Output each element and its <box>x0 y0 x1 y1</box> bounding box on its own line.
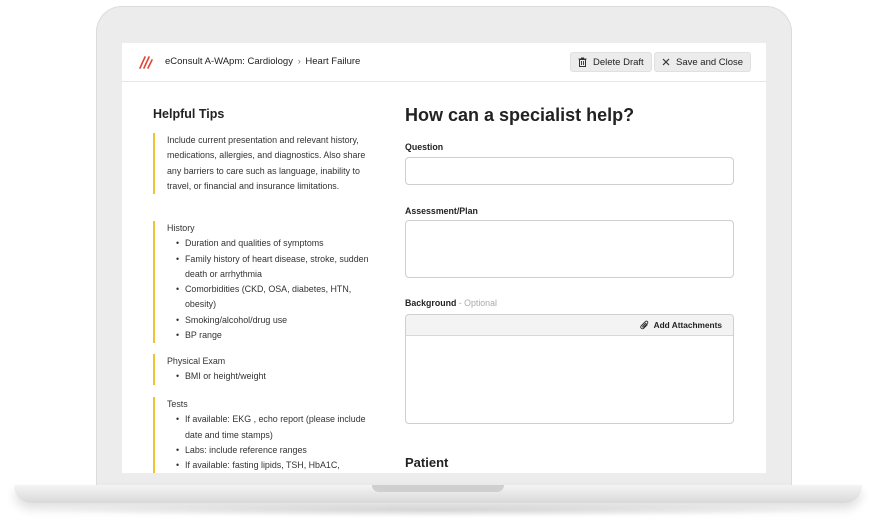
add-attachments-button[interactable]: Add Attachments <box>639 320 722 330</box>
list-item: If available: EKG , echo report (please … <box>176 412 372 443</box>
tip-physical-exam: Physical Exam BMI or height/weight <box>153 354 372 385</box>
trash-icon <box>578 57 587 67</box>
tip-tests-heading: Tests <box>167 399 188 409</box>
patient-heading: Patient <box>405 455 449 470</box>
assessment-plan-input[interactable] <box>405 220 734 278</box>
assessment-plan-label: Assessment/Plan <box>405 206 478 216</box>
question-input[interactable] <box>405 157 734 185</box>
tip-history-list: Duration and qualities of symptoms Famil… <box>167 236 372 343</box>
form-title: How can a specialist help? <box>405 105 635 125</box>
helpful-tips-title: Helpful Tips <box>153 107 225 121</box>
laptop-shadow <box>30 503 846 517</box>
tip-intro-text: Include current presentation and relevan… <box>167 135 366 191</box>
save-and-close-label: Save and Close <box>676 56 744 68</box>
laptop-notch <box>372 485 504 492</box>
list-item: BP range <box>176 328 372 344</box>
logo-icon <box>139 55 153 69</box>
tip-tests: Tests If available: EKG , echo report (p… <box>153 397 372 473</box>
add-attachments-label: Add Attachments <box>653 320 722 330</box>
tip-history: History Duration and qualities of sympto… <box>153 221 372 344</box>
list-item: Labs: include reference ranges <box>176 443 372 459</box>
delete-draft-button[interactable]: Delete Draft <box>570 52 652 72</box>
list-item: Comorbidities (CKD, OSA, diabetes, HTN, … <box>176 282 372 313</box>
tip-intro: Include current presentation and relevan… <box>153 133 372 195</box>
tip-exam-heading: Physical Exam <box>167 356 226 366</box>
list-item: Family history of heart disease, stroke,… <box>176 252 372 283</box>
tip-tests-list: If available: EKG , echo report (please … <box>167 412 372 473</box>
breadcrumb-separator: › <box>297 56 301 67</box>
app-window: eConsult A-WApm: Cardiology › Heart Fail… <box>122 43 766 473</box>
background-label-text: Background <box>405 298 457 308</box>
app-header: eConsult A-WApm: Cardiology › Heart Fail… <box>122 43 766 82</box>
tip-exam-list: BMI or height/weight <box>167 369 372 385</box>
close-icon <box>662 58 670 66</box>
editor-toolbar: Add Attachments <box>406 315 733 336</box>
list-item: Duration and qualities of symptoms <box>176 236 372 252</box>
breadcrumb: eConsult A-WApm: Cardiology › Heart Fail… <box>165 56 360 67</box>
tip-history-heading: History <box>167 223 195 233</box>
breadcrumb-main: eConsult A-WApm: Cardiology <box>165 56 293 67</box>
breadcrumb-current: Heart Failure <box>305 56 361 67</box>
delete-draft-label: Delete Draft <box>593 56 644 68</box>
paperclip-icon <box>639 320 649 330</box>
question-label: Question <box>405 142 444 152</box>
list-item: Smoking/alcohol/drug use <box>176 313 372 329</box>
background-editor[interactable]: Add Attachments <box>405 314 734 424</box>
list-item: If available: fasting lipids, TSH, HbA1C… <box>176 458 372 473</box>
background-label: Background - Optional <box>405 298 497 308</box>
list-item: BMI or height/weight <box>176 369 372 385</box>
save-and-close-button[interactable]: Save and Close <box>654 52 752 72</box>
optional-hint: - Optional <box>458 298 497 308</box>
